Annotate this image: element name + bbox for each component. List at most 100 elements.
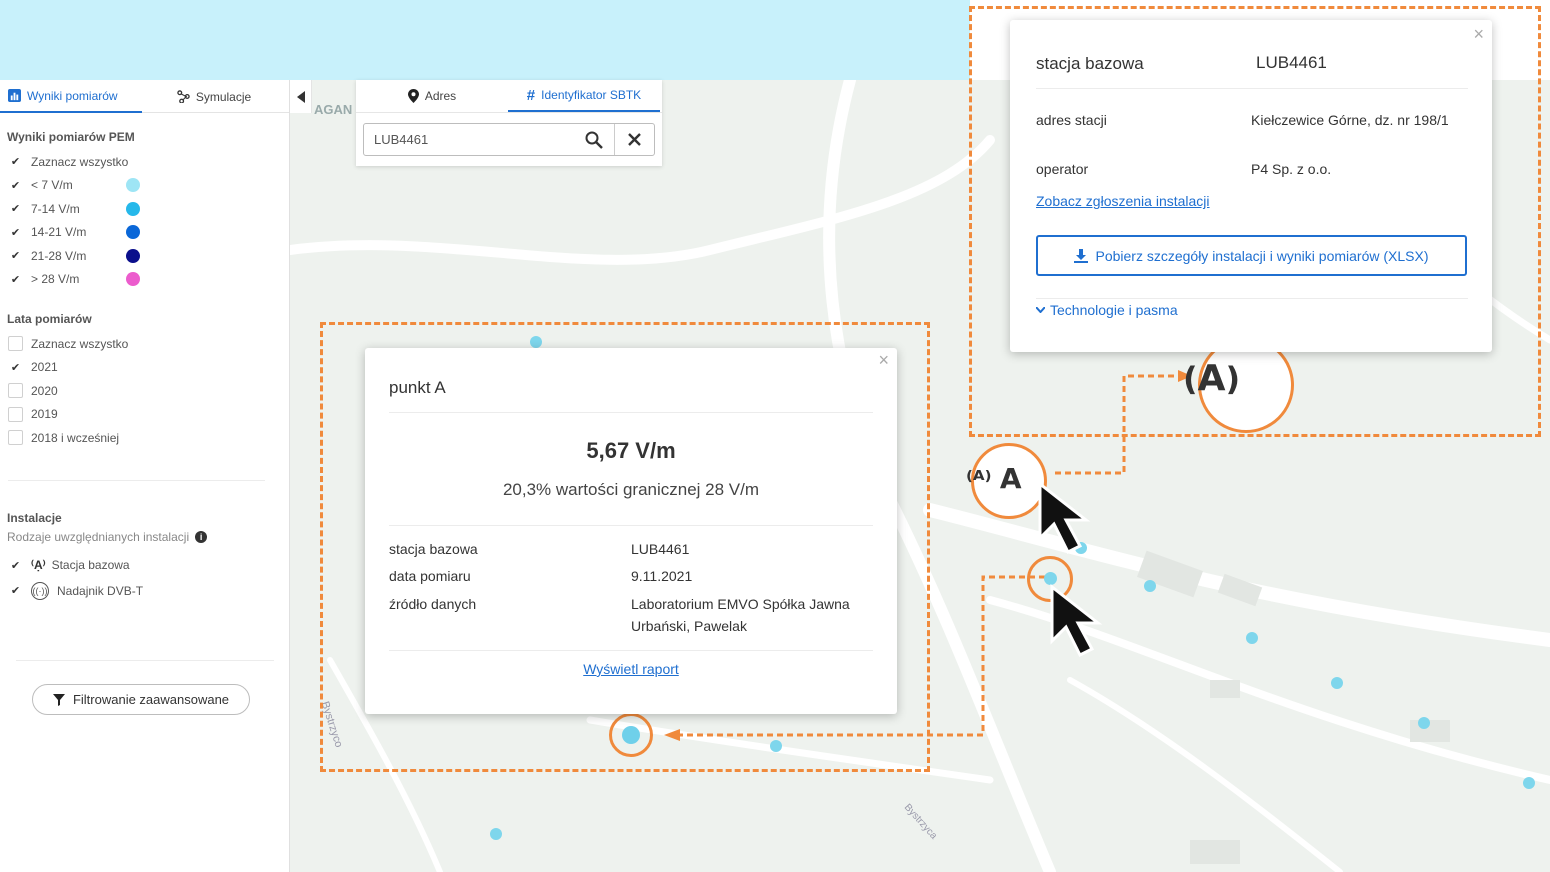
row-value: P4 Sp. z o.o. (1251, 161, 1332, 177)
installations-section-title: Instalacje (7, 510, 62, 525)
tab-sbtk-label: Identyfikator SBTK (541, 88, 642, 102)
station-title-value: LUB4461 (1256, 53, 1327, 72)
antenna-icon: ⁽Ạ⁾ (31, 558, 46, 573)
measurement-point[interactable] (1418, 717, 1430, 729)
search-button[interactable] (574, 124, 614, 155)
years-section-title: Lata pomiarów (7, 312, 92, 326)
checkbox[interactable] (8, 430, 23, 446)
view-report-link[interactable]: Wyświetl raport (365, 661, 897, 677)
filter-label: Nadajnik DVB-T (57, 583, 144, 598)
years-filter-list: Zaznacz wszystko ✔ 2021 2020 2019 2018 i wcze… (0, 332, 289, 450)
advanced-filter-label: Filtrowanie zaawansowane (72, 692, 230, 707)
advanced-filter-button[interactable]: Filtrowanie zaawansowane (32, 684, 250, 715)
checkbox[interactable] (8, 336, 23, 352)
sidebar: Wyniki pomiarów Symulacje Wyniki pomiaró… (0, 80, 290, 872)
selected-point-dot[interactable] (622, 726, 640, 744)
popup-title: punkt A (389, 378, 446, 397)
checkbox[interactable] (8, 406, 23, 422)
pem-section-title: Wyniki pomiarów PEM (7, 130, 135, 144)
station-title-key: stacja bazowa (1036, 54, 1144, 73)
checkbox[interactable] (8, 383, 23, 399)
divider (1036, 88, 1468, 89)
tab-address[interactable]: Adres (356, 80, 508, 112)
legend-color-dot (126, 272, 140, 287)
tab-measurements[interactable]: Wyniki pomiarów (0, 80, 142, 113)
tab-sbtk-id[interactable]: # Identyfikator SBTK (508, 80, 660, 112)
filter-option[interactable]: ✔ > 28 V/m (0, 268, 289, 292)
legend-color-dot (126, 178, 140, 193)
tab-measurements-label: Wyniki pomiarów (27, 88, 118, 103)
measurement-point[interactable] (490, 828, 502, 840)
download-xlsx-button[interactable]: Pobierz szczegóły instalacji i wyniki po… (1036, 235, 1467, 276)
technologies-label: Technologie i pasma (1050, 302, 1178, 318)
cursor-arrow-icon (1038, 480, 1091, 555)
tab-simulations-label: Symulacje (195, 89, 252, 104)
measurement-value: 5,67 V/m (586, 438, 676, 463)
info-icon[interactable]: i (195, 530, 208, 543)
filter-base-station[interactable]: ✔ ⁽Ạ⁾ Stacja bazowa (0, 554, 289, 578)
row-key: data pomiaru (389, 568, 471, 584)
sidebar-tabs: Wyniki pomiarów Symulacje (0, 80, 289, 113)
checkbox[interactable]: ✔ (8, 201, 23, 217)
clear-search-button[interactable] (614, 124, 654, 155)
filter-label: 2018 i wcześniej (31, 430, 120, 445)
row-key: źródło danych (389, 596, 477, 612)
filter-option[interactable]: ✔ 2021 (0, 356, 289, 380)
measurement-percent: 20,3% wartości granicznej 28 V/m (502, 480, 760, 499)
search-input[interactable]: LUB4461 (364, 132, 574, 147)
row-value: 9.11.2021 (631, 568, 693, 584)
divider (1036, 298, 1468, 299)
tab-address-label: Adres (424, 89, 457, 103)
row-value: Laboratorium EMVO Spółka Jawna Urbański,… (631, 596, 850, 634)
tab-simulations[interactable]: Symulacje (142, 80, 286, 113)
search-panel: Adres # Identyfikator SBTK LUB4461 (356, 80, 662, 166)
technologies-expander[interactable]: Technologie i pasma (1036, 300, 1178, 320)
filter-option[interactable]: ✔ < 7 V/m (0, 174, 289, 198)
legend-color-dot (126, 225, 140, 240)
filter-option[interactable]: 2020 (0, 379, 289, 403)
measurement-popup: × punkt A 5,67 V/m 20,3% wartości granic… (365, 348, 897, 714)
filter-option[interactable]: ✔ 14-21 V/m (0, 221, 289, 245)
filter-option[interactable]: Zaznacz wszystko (0, 332, 289, 356)
measurement-point[interactable] (1523, 777, 1535, 789)
filter-dvbt[interactable]: ✔ ((·)) Nadajnik DVB-T (0, 579, 289, 603)
filter-label: 21-28 V/m (31, 248, 87, 263)
filter-option[interactable]: 2019 (0, 403, 289, 427)
filter-option[interactable]: ✔ Zaznacz wszystko (0, 150, 289, 174)
filter-label: < 7 V/m (31, 178, 73, 193)
tv-transmitter-icon: ((·)) (31, 581, 49, 600)
checkbox[interactable]: ✔ (8, 177, 23, 193)
collapse-sidebar-button[interactable] (290, 80, 312, 113)
measurement-point[interactable] (1331, 677, 1343, 689)
row-key: operator (1036, 161, 1089, 177)
map-place-label: AGAN (314, 102, 353, 117)
close-popup-button[interactable]: × (878, 350, 889, 371)
measurement-point[interactable] (1144, 580, 1156, 592)
legend-color-dot (126, 248, 140, 263)
row-key: adres stacji (1036, 112, 1107, 128)
checkbox[interactable]: ✔ (8, 224, 23, 240)
measurement-point[interactable] (1246, 632, 1258, 644)
installation-reports-link[interactable]: Zobacz zgłoszenia instalacji (1036, 190, 1210, 212)
filter-label: 14-21 V/m (31, 225, 87, 240)
base-station-icon-large[interactable]: (A) (1183, 358, 1240, 399)
checkbox[interactable]: ✔ (8, 557, 23, 573)
filter-option[interactable]: ✔ 21-28 V/m (0, 244, 289, 268)
checkbox[interactable]: ✔ (8, 248, 23, 264)
row-value: Kiełczewice Górne, dz. nr 198/1 (1251, 112, 1449, 128)
base-station-icon[interactable]: ⁽ᴬ⁾ A (966, 462, 1022, 495)
checkbox[interactable]: ✔ (8, 271, 23, 287)
divider (389, 412, 873, 413)
filter-label: > 28 V/m (31, 272, 80, 287)
checkbox[interactable]: ✔ (8, 583, 23, 599)
divider (389, 525, 873, 526)
filter-option[interactable]: ✔ 7-14 V/m (0, 197, 289, 221)
checkbox[interactable]: ✔ (8, 359, 23, 375)
filter-option[interactable]: 2018 i wcześniej (0, 426, 289, 450)
filter-label: 2020 (31, 383, 58, 398)
close-popup-button[interactable]: × (1473, 24, 1484, 45)
divider (16, 660, 274, 661)
top-banner (0, 0, 970, 80)
filter-label: Stacja bazowa (51, 558, 130, 573)
checkbox[interactable]: ✔ (8, 154, 23, 170)
